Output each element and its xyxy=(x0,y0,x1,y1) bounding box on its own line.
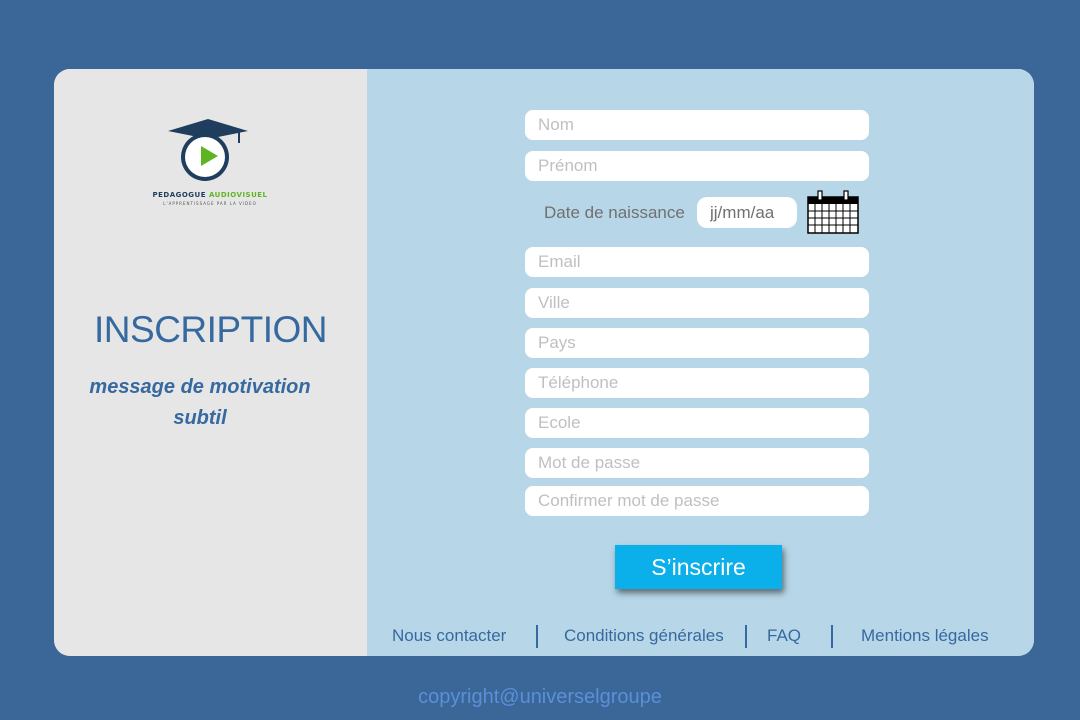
confirm-password-input[interactable] xyxy=(525,486,869,516)
dob-label: Date de naissance xyxy=(544,203,685,222)
left-panel: PEDAGOGUE AUDIOVISUEL L'APPRENTISSAGE PA… xyxy=(54,69,367,656)
copyright-text: copyright@universelgroupe xyxy=(418,686,662,708)
prenom-input[interactable] xyxy=(525,151,869,181)
password-input[interactable] xyxy=(525,448,869,478)
logo-tagline: L'APPRENTISSAGE PAR LA VIDEO xyxy=(163,201,257,206)
contact-link[interactable]: Nous contacter xyxy=(392,626,506,646)
faq-link[interactable]: FAQ xyxy=(767,626,801,646)
pays-input[interactable] xyxy=(525,328,869,358)
mentions-link[interactable]: Mentions légales xyxy=(861,626,989,646)
calendar-icon[interactable] xyxy=(807,190,859,234)
ville-input[interactable] xyxy=(525,288,869,318)
brand-part2: AUDIOVISUEL xyxy=(208,191,268,199)
brand-part1: PEDAGOGUE xyxy=(152,191,207,199)
form-panel: Date de naissance S’i xyxy=(367,69,1034,656)
page-title: INSCRIPTION xyxy=(94,309,327,350)
cap-tassel xyxy=(238,129,240,143)
motivation-message: message de motivation subtil xyxy=(89,376,311,429)
submit-button[interactable]: S’inscrire xyxy=(615,545,782,589)
logo: PEDAGOGUE AUDIOVISUEL L'APPRENTISSAGE PA… xyxy=(150,115,270,207)
dob-input[interactable] xyxy=(697,197,797,228)
conditions-link[interactable]: Conditions générales xyxy=(564,626,724,646)
separator xyxy=(831,625,833,648)
graduation-cap-icon xyxy=(168,119,248,131)
registration-card: PEDAGOGUE AUDIOVISUEL L'APPRENTISSAGE PA… xyxy=(54,69,1034,656)
telephone-input[interactable] xyxy=(525,368,869,398)
email-input[interactable] xyxy=(525,247,869,277)
separator xyxy=(536,625,538,648)
ecole-input[interactable] xyxy=(525,408,869,438)
nom-input[interactable] xyxy=(525,110,869,140)
separator xyxy=(745,625,747,648)
play-icon xyxy=(201,146,218,166)
logo-brand: PEDAGOGUE AUDIOVISUEL xyxy=(150,191,270,199)
footer-links: Nous contacter Conditions générales FAQ … xyxy=(367,622,1034,652)
